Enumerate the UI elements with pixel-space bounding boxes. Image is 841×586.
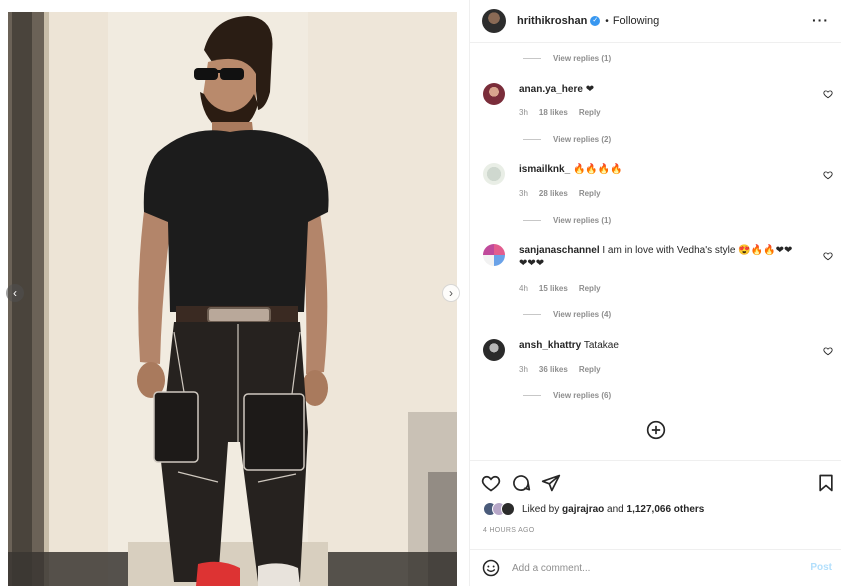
post-photo[interactable] <box>8 12 457 586</box>
like-comment-heart-icon[interactable] <box>823 251 833 261</box>
likes-summary: Liked by gajrajrao and 1,127,066 others <box>483 502 704 516</box>
comment-likes[interactable]: 18 likes <box>539 108 568 117</box>
carousel-next-button[interactable]: › <box>442 284 460 302</box>
view-replies-button[interactable]: View replies (1) <box>523 216 611 225</box>
post-details-panel: hrithikroshan ✓ • Following ··· View rep… <box>469 0 841 586</box>
liker-avatar <box>501 502 515 516</box>
load-more-comments-icon[interactable] <box>646 420 666 440</box>
view-replies-button[interactable]: View replies (1) <box>523 54 611 63</box>
verified-badge-icon: ✓ <box>590 16 601 26</box>
reply-button[interactable]: Reply <box>579 108 601 117</box>
comment-meta: 3h 36 likes Reply <box>519 365 601 374</box>
replies-divider <box>523 220 541 221</box>
comment-meta: 4h 15 likes Reply <box>519 284 601 293</box>
likes-prefix: Liked by <box>522 503 563 515</box>
commenter-username[interactable]: ismailknk_ <box>519 164 570 175</box>
emoji-smile-icon[interactable] <box>482 559 500 577</box>
post-media: ‹ › <box>0 0 469 586</box>
likes-middle: and <box>604 503 627 515</box>
comment-age: 4h <box>519 284 528 293</box>
likes-text: Liked by gajrajrao and 1,127,066 others <box>522 504 704 515</box>
reply-button[interactable]: Reply <box>579 189 601 198</box>
comment-meta: 3h 18 likes Reply <box>519 108 601 117</box>
comment-item: ismailknk_ 🔥🔥🔥🔥 3h 28 likes Reply <box>483 163 838 203</box>
comment-item: ansh_khattry Tatakae 3h 36 likes Reply <box>483 339 838 379</box>
header-separator: • <box>605 15 609 27</box>
like-comment-heart-icon[interactable] <box>823 346 833 356</box>
carousel-prev-button[interactable]: ‹ <box>6 284 24 302</box>
replies-divider <box>523 58 541 59</box>
post-timestamp: 4 HOURS AGO <box>483 527 535 534</box>
liked-by-user[interactable]: gajrajrao <box>562 504 604 515</box>
comment-input[interactable] <box>512 558 782 578</box>
chevron-left-icon: ‹ <box>13 286 17 300</box>
share-paper-plane-icon[interactable] <box>541 473 561 493</box>
post-actions: Liked by gajrajrao and 1,127,066 others … <box>470 460 841 549</box>
comment-body: anan.ya_here ❤ <box>519 83 809 96</box>
save-bookmark-icon[interactable] <box>816 473 836 493</box>
following-button[interactable]: Following <box>613 15 659 27</box>
view-replies-label: View replies (4) <box>553 310 612 319</box>
commenter-username[interactable]: anan.ya_here <box>519 84 583 95</box>
comment-age: 3h <box>519 189 528 198</box>
comment-meta: 3h 28 likes Reply <box>519 189 601 198</box>
view-replies-label: View replies (1) <box>553 216 612 225</box>
like-comment-heart-icon[interactable] <box>823 170 833 180</box>
commenter-avatar[interactable] <box>483 244 505 266</box>
reply-button[interactable]: Reply <box>579 365 601 374</box>
comment-likes[interactable]: 15 likes <box>539 284 568 293</box>
author-avatar[interactable] <box>482 9 506 33</box>
comment-likes[interactable]: 28 likes <box>539 189 568 198</box>
view-replies-label: View replies (2) <box>553 135 612 144</box>
comment-bubble-icon[interactable] <box>511 473 531 493</box>
replies-divider <box>523 395 541 396</box>
more-horizontal-icon[interactable]: ··· <box>812 13 829 27</box>
commenter-avatar[interactable] <box>483 163 505 185</box>
author-username[interactable]: hrithikroshan <box>517 15 587 27</box>
comment-text: ❤ <box>585 84 595 95</box>
comment-text: Tatakae <box>583 340 619 351</box>
chevron-right-icon: › <box>449 286 453 300</box>
view-replies-button[interactable]: View replies (2) <box>523 135 611 144</box>
comment-body: ismailknk_ 🔥🔥🔥🔥 <box>519 163 809 176</box>
comment-item: sanjanaschannel I am in love with Vedha'… <box>483 244 838 296</box>
comment-text-continued: ❤❤❤ <box>519 258 545 269</box>
commenter-username[interactable]: ansh_khattry <box>519 340 581 351</box>
view-replies-button[interactable]: View replies (4) <box>523 310 611 319</box>
comment-text: I am in love with Vedha's style 😍🔥🔥❤❤ <box>602 245 793 256</box>
reply-button[interactable]: Reply <box>579 284 601 293</box>
view-replies-button[interactable]: View replies (6) <box>523 391 611 400</box>
comment-age: 3h <box>519 365 528 374</box>
post-comment-button[interactable]: Post <box>810 562 832 573</box>
comment-text: 🔥🔥🔥🔥 <box>572 164 623 175</box>
commenter-username[interactable]: sanjanaschannel <box>519 245 600 256</box>
comment-body: ansh_khattry Tatakae <box>519 339 809 352</box>
likes-count[interactable]: 1,127,066 others <box>627 504 705 515</box>
comments-list: View replies (1) anan.ya_here ❤ 3h 18 li… <box>470 43 841 460</box>
commenter-avatar[interactable] <box>483 83 505 105</box>
like-heart-icon[interactable] <box>481 473 501 493</box>
replies-divider <box>523 139 541 140</box>
view-replies-label: View replies (6) <box>553 391 612 400</box>
replies-divider <box>523 314 541 315</box>
comment-age: 3h <box>519 108 528 117</box>
comment-likes[interactable]: 36 likes <box>539 365 568 374</box>
comment-item: anan.ya_here ❤ 3h 18 likes Reply <box>483 83 838 123</box>
post-header: hrithikroshan ✓ • Following ··· <box>470 0 841 43</box>
comment-body: sanjanaschannel I am in love with Vedha'… <box>519 244 809 270</box>
like-comment-heart-icon[interactable] <box>823 89 833 99</box>
view-replies-label: View replies (1) <box>553 54 612 63</box>
add-comment-bar: Post <box>470 549 841 586</box>
post-photo-illustration <box>8 12 457 586</box>
commenter-avatar[interactable] <box>483 339 505 361</box>
